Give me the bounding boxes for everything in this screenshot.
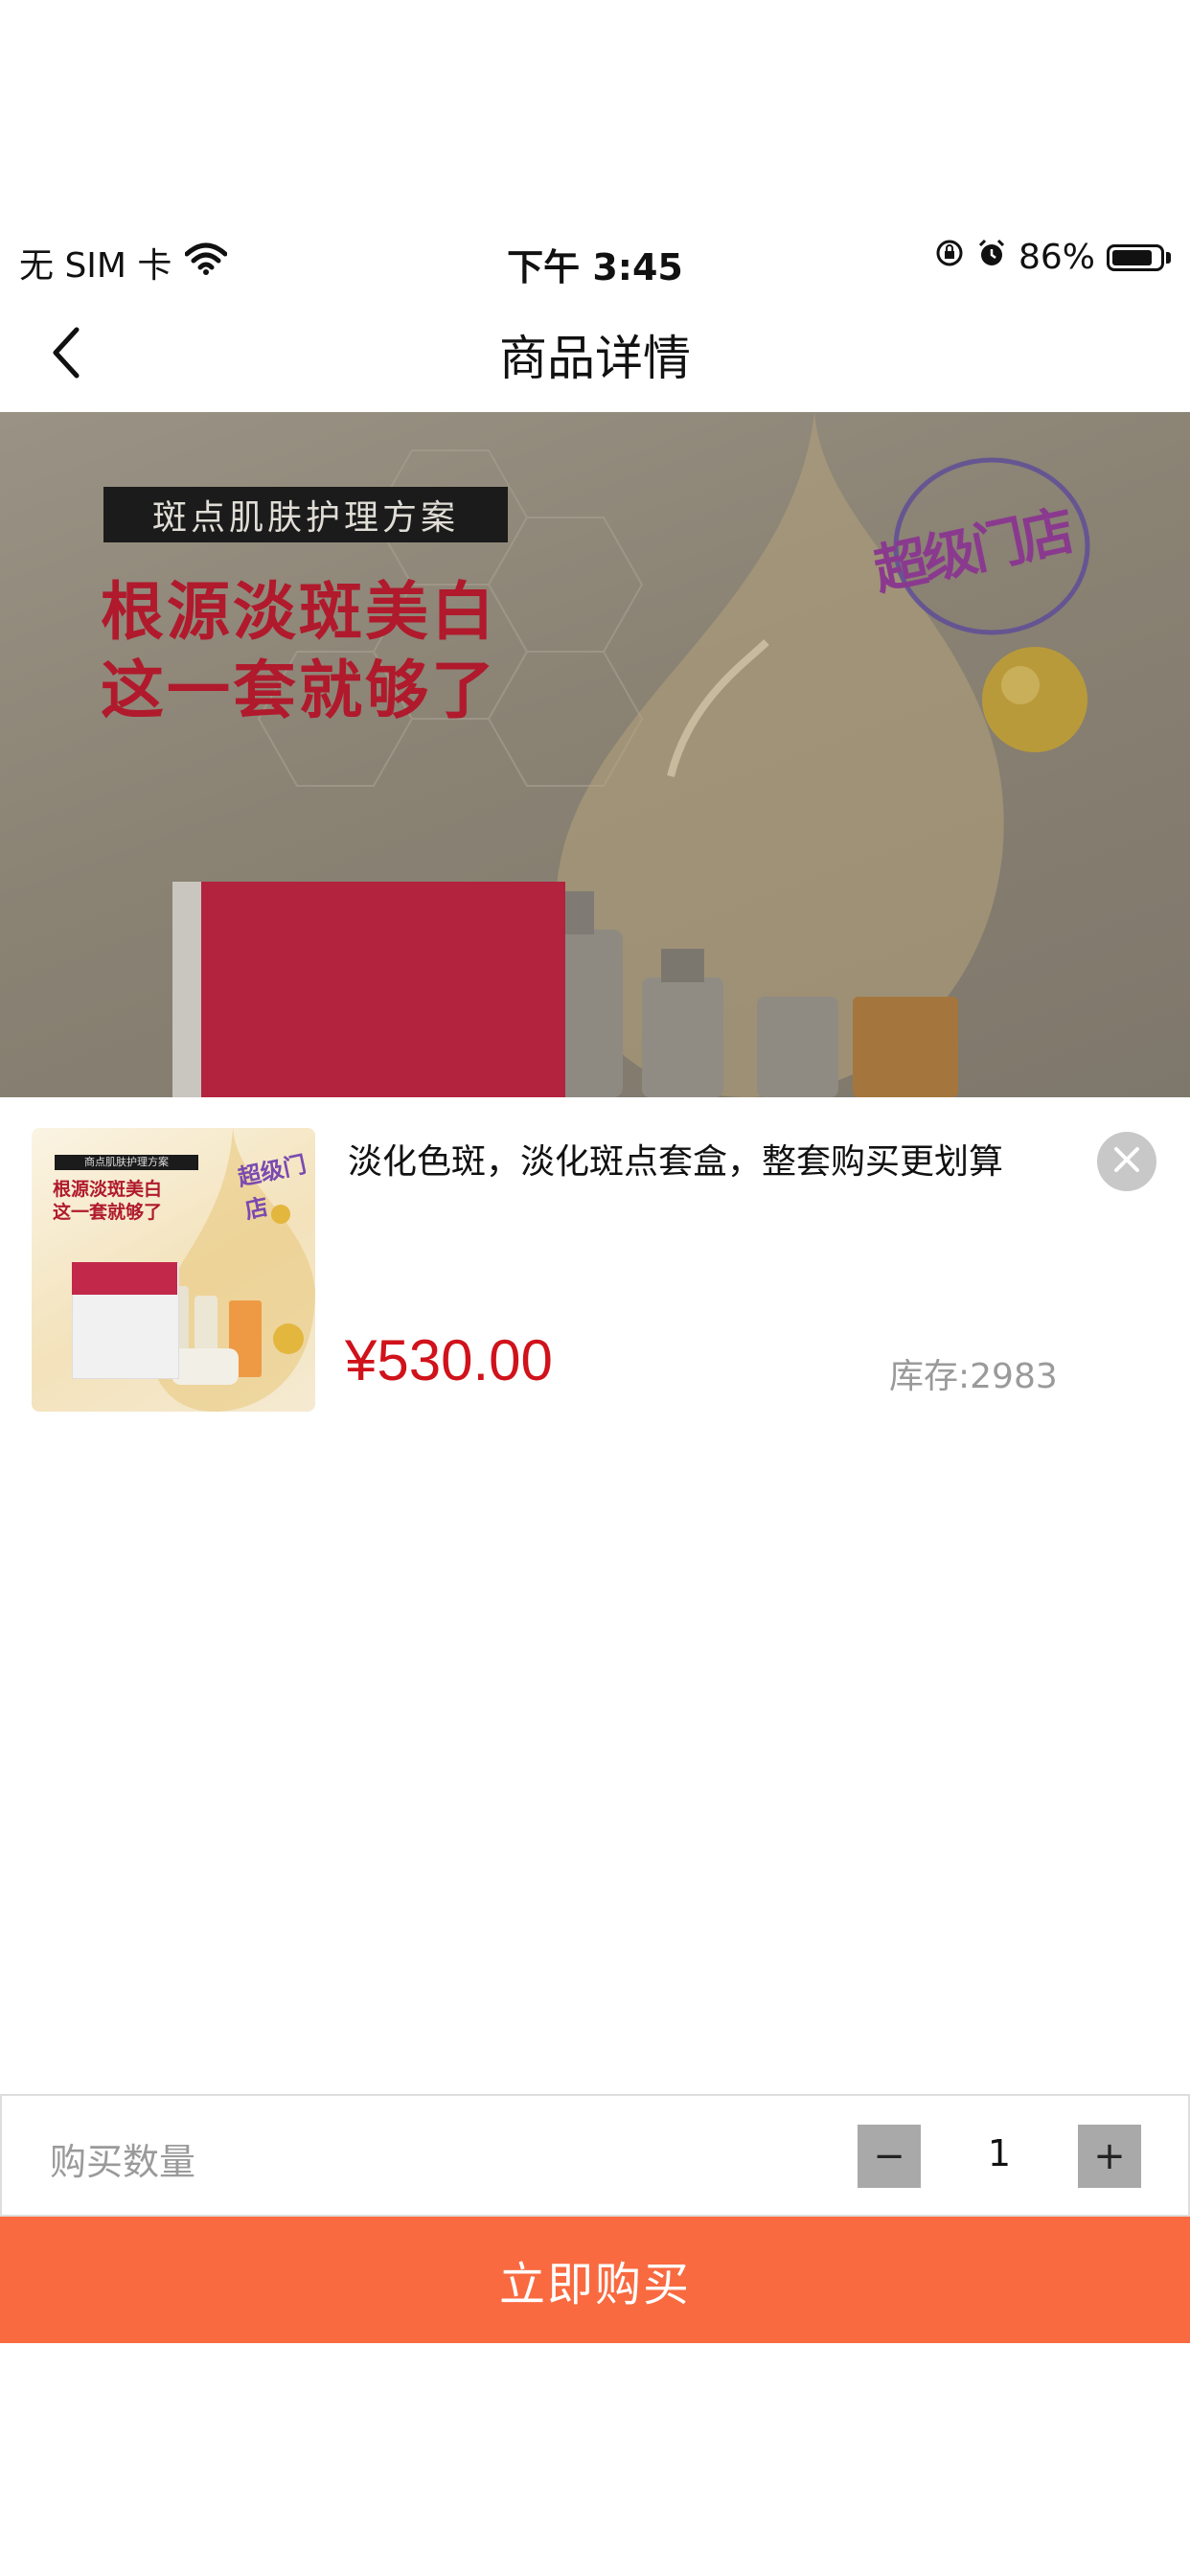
page-title: 商品详情 — [499, 331, 691, 386]
quantity-value[interactable]: 1 — [946, 2132, 1053, 2174]
thumbnail-logo: 超级门店 — [235, 1150, 309, 1225]
banner-headline: 根源淡斑美白 这一套就够了 — [101, 573, 497, 730]
thumbnail-box-stripe — [72, 1262, 177, 1295]
quantity-row: 购买数量 − 1 + — [0, 2094, 1190, 2217]
quantity-label: 购买数量 — [50, 2141, 196, 2183]
product-box-image — [172, 882, 565, 1097]
product-price: ¥530.00 — [345, 1328, 553, 1392]
product-title: 淡化色斑，淡化斑点套盒，整套购买更划算 — [348, 1142, 1004, 1182]
store-logo: 超级门店 — [862, 450, 1111, 642]
status-right: 86% — [934, 238, 1171, 277]
sku-sheet: 商点肌肤护理方案 根源淡斑美白 这一套就够了 超级门店 淡化色斑，淡化斑点套盒，… — [0, 1097, 1190, 2094]
close-button[interactable] — [1097, 1132, 1156, 1191]
minus-icon: − — [873, 2134, 905, 2178]
buy-now-button[interactable]: 立即购买 — [0, 2217, 1190, 2343]
buy-now-label: 立即购买 — [498, 2258, 691, 2312]
stock-count: 库存:2983 — [889, 1357, 1058, 1396]
battery-icon — [1107, 243, 1171, 271]
orientation-lock-icon — [934, 238, 965, 277]
banner-headline-line-1: 根源淡斑美白 — [101, 575, 497, 649]
product-box-side — [172, 882, 201, 1097]
banner-tag: 斑点肌肤护理方案 — [103, 487, 508, 542]
close-icon — [1112, 1145, 1141, 1178]
alarm-icon — [976, 238, 1007, 277]
banner-headline-line-2: 这一套就够了 — [101, 654, 497, 727]
product-thumbnail: 商点肌肤护理方案 根源淡斑美白 这一套就够了 超级门店 — [32, 1128, 315, 1412]
plus-icon: + — [1093, 2134, 1126, 2178]
nav-bar: 商品详情 — [0, 297, 1190, 412]
status-bar: 无 SIM 卡 下午 3:45 86% — [0, 220, 1190, 297]
increase-quantity-button[interactable]: + — [1078, 2125, 1141, 2188]
product-banner: 斑点肌肤护理方案 根源淡斑美白 这一套就够了 超级门店 — [0, 412, 1190, 1097]
battery-percent: 86% — [1018, 238, 1095, 277]
decrease-quantity-button[interactable]: − — [858, 2125, 921, 2188]
